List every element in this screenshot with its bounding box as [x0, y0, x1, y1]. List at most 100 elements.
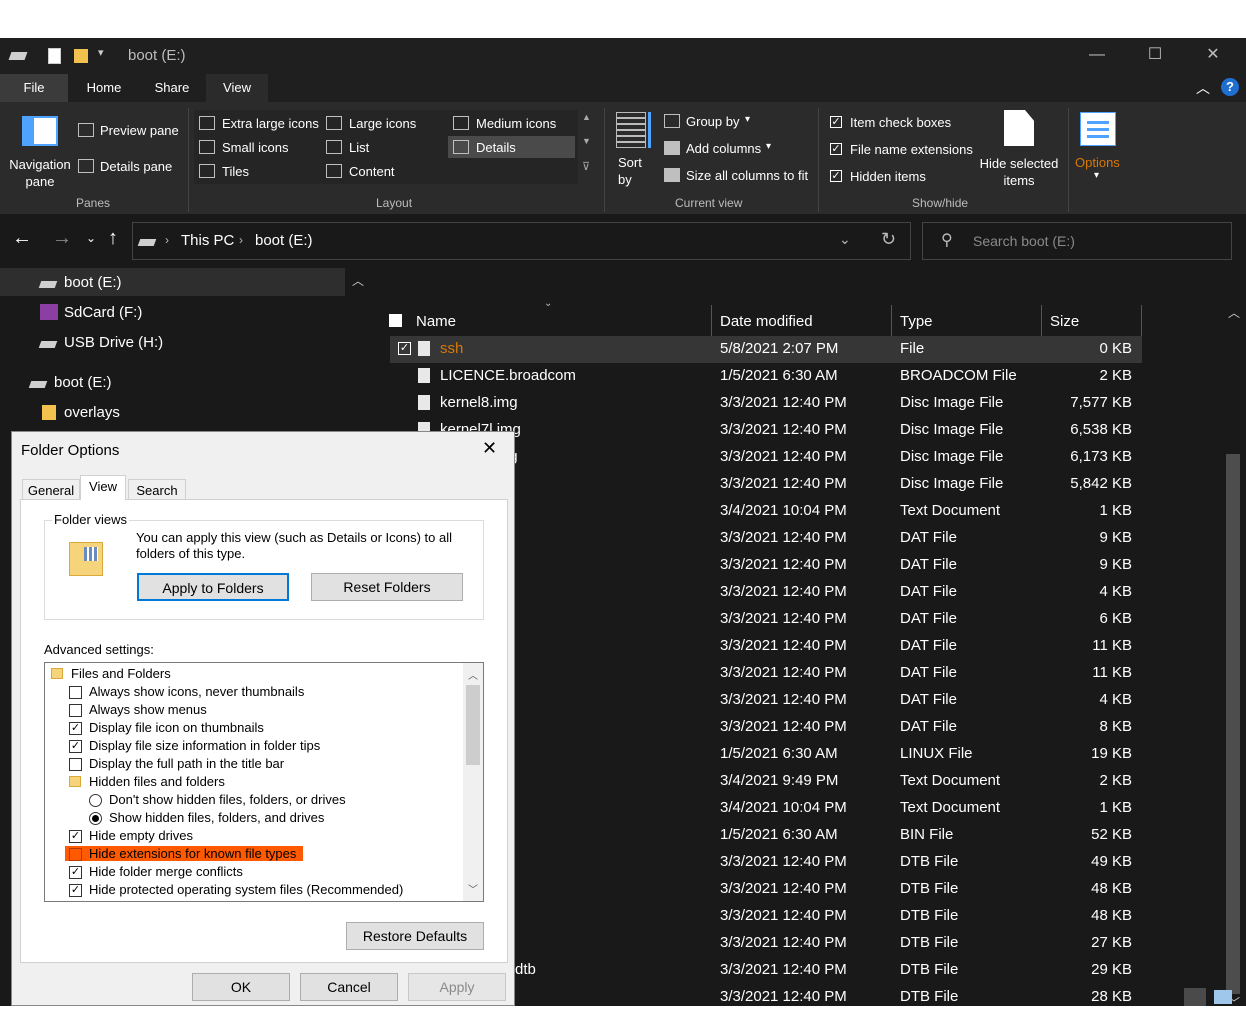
breadcrumb-separator-icon[interactable]: › — [239, 233, 243, 247]
gallery-expand-icon[interactable]: ⊽ — [582, 160, 590, 173]
file-name-extensions-checkbox[interactable]: ✓ — [830, 143, 842, 155]
hidden-items-checkbox[interactable]: ✓ — [830, 170, 842, 182]
dialog-close-icon[interactable]: ✕ — [482, 438, 497, 459]
forward-icon[interactable]: → — [52, 227, 72, 250]
settings-scrollbar[interactable]: ︿ ﹀ — [463, 663, 483, 901]
breadcrumb-boot[interactable]: boot (E:) — [255, 232, 313, 249]
gallery-scroll-down-icon[interactable]: ▼ — [582, 136, 591, 146]
apply-to-folders-button[interactable]: Apply to Folders — [137, 573, 289, 601]
file-row[interactable]: kernel8.img 3/3/2021 12:40 PM Disc Image F… — [390, 390, 1142, 417]
group-by-button[interactable]: Group by — [686, 114, 739, 129]
layout-tiles[interactable]: Tiles — [222, 164, 249, 179]
properties-icon[interactable] — [48, 48, 61, 64]
setting-checkbox[interactable]: ✓ — [69, 722, 82, 735]
layout-medium-icons[interactable]: Medium icons — [476, 116, 556, 131]
breadcrumb-separator-icon[interactable]: › — [165, 233, 169, 247]
quick-access-dropdown-icon[interactable]: ▾ — [98, 46, 104, 59]
scroll-up-icon[interactable]: ︿ — [1222, 304, 1246, 321]
large-icons-view-icon[interactable] — [1214, 990, 1232, 1004]
recent-locations-icon[interactable]: ⌄ — [86, 231, 96, 245]
column-divider[interactable] — [1041, 305, 1042, 337]
collapse-ribbon-icon[interactable]: ︿ — [1196, 78, 1210, 98]
setting-checkbox[interactable]: ✓ — [69, 740, 82, 753]
layout-small-icons[interactable]: Small icons — [222, 140, 288, 155]
advanced-settings-tree[interactable]: Files and Folders Always show icons, neve… — [44, 662, 484, 902]
setting-checkbox[interactable] — [69, 848, 82, 861]
select-all-checkbox[interactable] — [389, 314, 402, 327]
tab-view[interactable]: View — [206, 74, 268, 102]
tab-general[interactable]: General — [22, 479, 80, 501]
help-icon[interactable]: ? — [1221, 78, 1239, 96]
column-header-date[interactable]: Date modified — [720, 313, 813, 330]
column-header-type[interactable]: Type — [900, 313, 933, 330]
scroll-thumb[interactable] — [1226, 454, 1240, 994]
options-dropdown-icon[interactable]: ▾ — [1094, 170, 1099, 181]
column-header-size[interactable]: Size — [1050, 313, 1079, 330]
column-divider[interactable] — [711, 305, 712, 337]
tab-share[interactable]: Share — [140, 74, 204, 102]
back-icon[interactable]: ← — [12, 227, 32, 250]
restore-defaults-button[interactable]: Restore Defaults — [346, 922, 484, 950]
scroll-thumb[interactable] — [466, 685, 480, 765]
search-input[interactable]: Search boot (E:) — [973, 233, 1075, 249]
setting-checkbox[interactable] — [69, 758, 82, 771]
nav-item-overlays[interactable]: overlays — [64, 404, 120, 421]
layout-large-icons[interactable]: Large icons — [349, 116, 416, 131]
file-row[interactable]: LICENCE.broadcom 1/5/2021 6:30 AM BROADCOM… — [390, 363, 1142, 390]
file-list-scrollbar[interactable]: ︿ ﹀ — [1222, 304, 1246, 1010]
reset-folders-button[interactable]: Reset Folders — [311, 573, 463, 601]
layout-extra-large-icons[interactable]: Extra large icons — [222, 116, 319, 131]
minimize-button[interactable]: — — [1068, 38, 1126, 74]
item-check-boxes-checkbox[interactable]: ✓ — [830, 116, 842, 128]
column-divider[interactable] — [1141, 305, 1142, 337]
maximize-button[interactable]: ☐ — [1126, 38, 1184, 74]
ok-button[interactable]: OK — [192, 973, 290, 1001]
setting-radio[interactable] — [89, 794, 102, 807]
setting-checkbox[interactable] — [69, 686, 82, 699]
scroll-up-icon[interactable]: ︿ — [463, 667, 483, 682]
address-bar[interactable]: › This PC › boot (E:) ⌄ ↻ — [132, 222, 911, 260]
nav-item-boot-e[interactable]: boot (E:) — [64, 274, 122, 291]
add-columns-dropdown-icon[interactable]: ▾ — [766, 141, 771, 152]
layout-content[interactable]: Content — [349, 164, 395, 179]
search-box[interactable]: ⚲ Search boot (E:) — [922, 222, 1232, 260]
refresh-icon[interactable]: ↻ — [881, 229, 896, 250]
column-divider[interactable] — [891, 305, 892, 337]
preview-pane-button[interactable]: Preview pane — [100, 123, 179, 138]
group-by-dropdown-icon[interactable]: ▾ — [745, 114, 750, 125]
row-checkbox[interactable]: ✓ — [398, 342, 411, 355]
tab-view-selected[interactable]: View — [80, 475, 126, 500]
layout-list[interactable]: List — [349, 140, 369, 155]
cancel-button[interactable]: Cancel — [300, 973, 398, 1001]
options-button[interactable]: Options — [1075, 155, 1120, 170]
add-columns-button[interactable]: Add columns — [686, 141, 761, 156]
nav-item-boot-e-2[interactable]: boot (E:) — [54, 374, 112, 391]
details-view-icon[interactable] — [1184, 988, 1206, 1006]
setting-checkbox[interactable]: ✓ — [69, 884, 82, 897]
scroll-up-icon[interactable]: ︿ — [346, 272, 370, 289]
nav-item-usb-drive-h[interactable]: USB Drive (H:) — [64, 334, 163, 351]
breadcrumb-this-pc[interactable]: This PC — [181, 232, 234, 249]
setting-radio[interactable] — [89, 812, 102, 825]
file-row[interactable]: ✓ ssh 5/8/2021 2:07 PM File 0 KB — [390, 336, 1142, 363]
column-header-name[interactable]: Name — [416, 313, 456, 330]
address-dropdown-icon[interactable]: ⌄ — [839, 231, 851, 248]
close-button[interactable]: ✕ — [1184, 38, 1242, 74]
sort-by-button[interactable]: Sort by — [618, 154, 652, 188]
new-folder-icon[interactable] — [74, 49, 88, 63]
details-pane-button[interactable]: Details pane — [100, 159, 172, 174]
setting-checkbox[interactable]: ✓ — [69, 830, 82, 843]
layout-details[interactable]: Details — [476, 140, 516, 155]
tab-search[interactable]: Search — [128, 479, 186, 501]
apply-button[interactable]: Apply — [408, 973, 506, 1001]
gallery-scroll-up-icon[interactable]: ▲ — [582, 112, 591, 122]
nav-item-sdcard-f[interactable]: SdCard (F:) — [64, 304, 142, 321]
up-icon[interactable]: ↑ — [108, 227, 118, 250]
size-all-columns-button[interactable]: Size all columns to fit — [686, 168, 808, 183]
setting-checkbox[interactable] — [69, 704, 82, 717]
hide-selected-items-button[interactable]: Hide selected items — [976, 155, 1062, 189]
setting-checkbox[interactable]: ✓ — [69, 866, 82, 879]
scroll-down-icon[interactable]: ﹀ — [463, 881, 483, 896]
tab-file[interactable]: File — [0, 74, 68, 102]
navigation-pane-button[interactable]: Navigation pane — [6, 156, 74, 190]
